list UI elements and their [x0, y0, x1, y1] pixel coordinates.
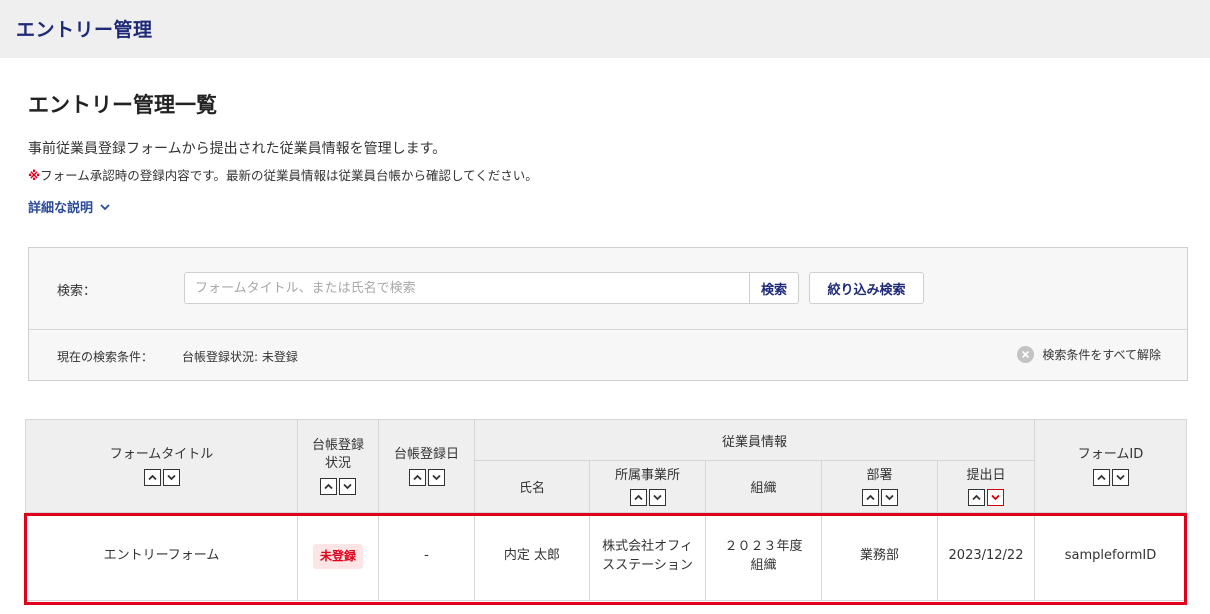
sort-asc-button[interactable]: [143, 468, 161, 486]
sort-desc-button[interactable]: [1111, 468, 1129, 486]
sort-controls: [861, 489, 898, 507]
cell-registration-date: -: [378, 512, 475, 601]
cell-office: 株式会社オフィスステーション: [589, 512, 706, 601]
page-description: 事前従業員登録フォームから提出された従業員情報を管理します。: [28, 141, 447, 157]
header-submit-date-label: 提出日: [966, 467, 1006, 483]
cell-form-id: sampleformID: [1034, 512, 1187, 601]
cell-status: 未登録: [297, 512, 379, 601]
chevron-up-icon: [1096, 474, 1106, 480]
chevron-down-icon: [343, 483, 352, 489]
header-status-label: 台帳登録 状況: [312, 437, 364, 472]
header-department-label: 部署: [866, 467, 893, 483]
chevron-up-icon: [972, 494, 981, 501]
cell-submit-date: 2023/12/22: [937, 512, 1035, 601]
cell-organization: ２０２３年度組織: [705, 512, 822, 601]
entries-table: フォームタイトル 台帳登録 状況 台帳登録日 従業員情報 フォームID 氏名 所…: [25, 419, 1187, 601]
chevron-up-icon: [865, 494, 875, 501]
header-office: 所属事業所: [589, 460, 706, 513]
header-status-label-line2: 状況: [324, 456, 351, 471]
header-form-id-label: フォームID: [1077, 447, 1144, 463]
sort-asc-button[interactable]: [629, 489, 647, 507]
app-title: エントリー管理: [16, 19, 153, 41]
sort-controls: [968, 489, 1004, 507]
page-note: ※フォーム承認時の登録内容です。最新の従業員情報は従業員台帳から確認してください…: [28, 165, 538, 184]
chevron-down-icon: [431, 474, 441, 481]
header-form-title-label: フォームタイトル: [109, 447, 214, 463]
cell-department: 業務部: [821, 512, 938, 601]
sort-asc-button[interactable]: [861, 489, 879, 507]
sort-asc-button[interactable]: [320, 477, 337, 495]
note-text: フォーム承認時の登録内容です。最新の従業員情報は従業員台帳から確認してください。: [40, 168, 538, 183]
chevron-down-icon: [991, 495, 1000, 501]
sort-desc-button[interactable]: [648, 489, 666, 507]
header-form-id: フォームID: [1034, 419, 1187, 513]
app-header: エントリー管理: [0, 0, 1210, 58]
header-department: 部署: [821, 460, 938, 513]
header-registration-date: 台帳登録日: [378, 419, 475, 513]
search-row: 検索： 検索 絞り込み検索: [29, 248, 1187, 330]
chevron-down-icon: [1115, 474, 1125, 481]
sort-desc-button[interactable]: [339, 477, 356, 495]
clear-all-label: 検索条件をすべて解除: [1042, 348, 1161, 362]
chevron-up-icon: [147, 474, 157, 480]
header-employee-info: 従業員情報: [474, 419, 1035, 461]
chevron-down-icon: [166, 474, 176, 481]
detail-link-label: 詳細な説明: [28, 201, 94, 216]
sort-controls: [143, 468, 180, 486]
chevron-down-icon: [652, 495, 662, 501]
chevron-up-icon: [324, 483, 333, 489]
search-panel: 検索： 検索 絞り込み検索 現在の検索条件： 台帳登録状況: 未登録 検索条件を…: [28, 247, 1188, 381]
header-name: 氏名: [474, 460, 590, 513]
header-form-title: フォームタイトル: [25, 419, 298, 513]
sort-asc-button[interactable]: [1092, 468, 1110, 486]
sort-desc-button[interactable]: [162, 468, 180, 486]
search-condition-row: 現在の検索条件： 台帳登録状況: 未登録 検索条件をすべて解除: [29, 330, 1187, 382]
sort-asc-button[interactable]: [408, 468, 426, 486]
search-label: 検索：: [57, 284, 97, 299]
header-status: 台帳登録 状況: [297, 419, 379, 513]
sort-controls: [408, 468, 445, 486]
filter-search-button[interactable]: 絞り込み検索: [809, 272, 924, 304]
header-organization: 組織: [705, 460, 822, 513]
close-circle-icon: [1017, 346, 1035, 363]
chevron-down-icon: [884, 495, 894, 501]
sort-asc-button[interactable]: [968, 489, 985, 507]
sort-controls: [320, 477, 356, 495]
note-mark: ※: [28, 168, 41, 183]
header-registration-date-label: 台帳登録日: [393, 447, 459, 463]
header-office-label: 所属事業所: [614, 467, 680, 483]
search-button[interactable]: 検索: [749, 272, 799, 304]
table-row[interactable]: エントリーフォーム 未登録 - 内定 太郎 株式会社オフィスステーション ２０２…: [25, 512, 1187, 601]
cell-name: 内定 太郎: [474, 512, 590, 601]
sort-controls: [629, 489, 666, 507]
chevron-up-icon: [412, 474, 422, 480]
sort-controls: [1092, 468, 1129, 486]
chevron-up-icon: [633, 494, 643, 501]
chevron-down-icon: [100, 203, 110, 210]
search-input[interactable]: [184, 272, 750, 304]
status-badge: 未登録: [312, 543, 363, 570]
sort-desc-button[interactable]: [987, 489, 1004, 507]
condition-value: 台帳登録状況: 未登録: [182, 350, 298, 364]
cell-form-title: エントリーフォーム: [25, 512, 298, 601]
header-status-label-line1: 台帳登録: [311, 438, 364, 454]
condition-label: 現在の検索条件：: [57, 350, 154, 364]
detail-link[interactable]: 詳細な説明: [28, 197, 111, 216]
sort-desc-button[interactable]: [427, 468, 445, 486]
clear-all-conditions-button[interactable]: 検索条件をすべて解除: [1017, 346, 1161, 363]
header-submit-date: 提出日: [937, 460, 1035, 513]
sort-desc-button[interactable]: [880, 489, 898, 507]
page-title: エントリー管理一覧: [28, 93, 217, 117]
